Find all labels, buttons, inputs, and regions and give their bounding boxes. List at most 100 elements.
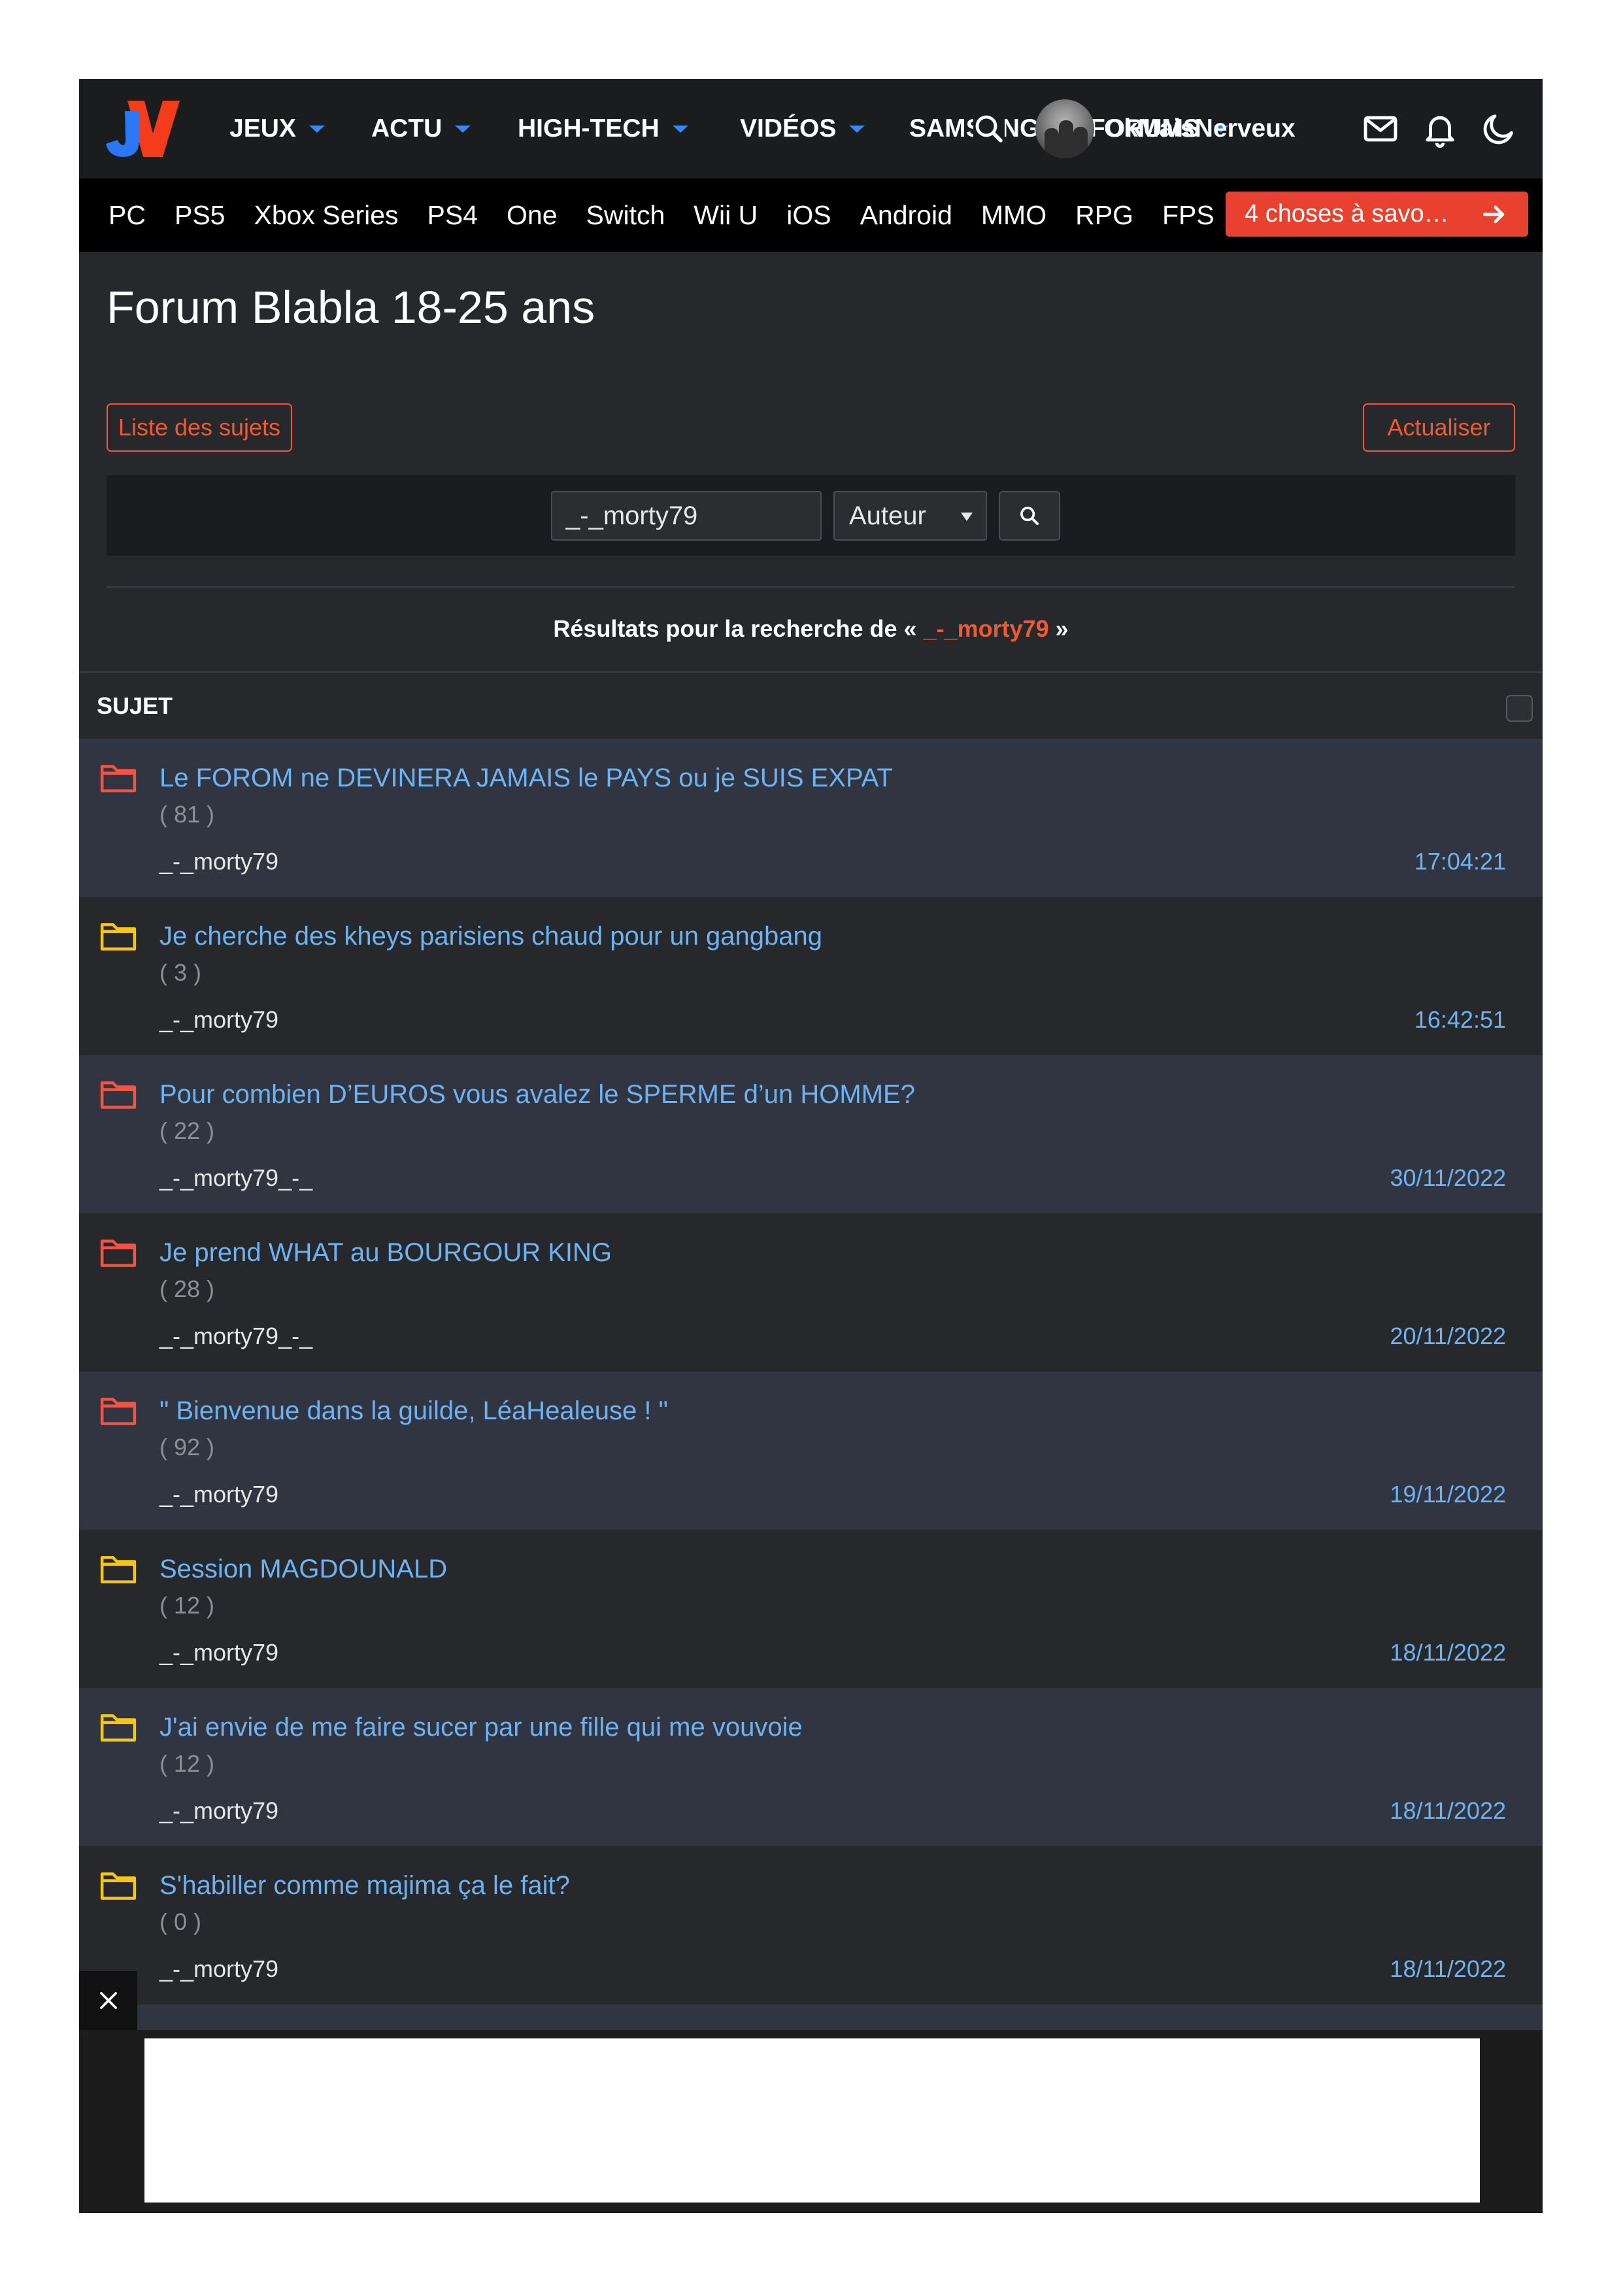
username[interactable]: OkMaisNerveux: [1104, 79, 1296, 178]
refresh-button[interactable]: Actualiser: [1363, 403, 1515, 452]
nav-label: JEUX: [229, 114, 296, 143]
topic-title-link[interactable]: Pour combien D’EUROS vous avalez le SPER…: [159, 1078, 915, 1111]
topic-author[interactable]: _-_morty79: [159, 1638, 278, 1667]
folder-icon: [100, 1556, 137, 1583]
reply-count: ( 12 ): [159, 1592, 215, 1619]
ad-banner: [79, 2030, 1543, 2213]
topic-author[interactable]: _-_morty79_-_: [159, 1322, 312, 1351]
folder-icon: [100, 1081, 137, 1109]
page-title: Forum Blabla 18-25 ans: [107, 282, 595, 333]
column-header-subject: SUJET: [97, 692, 173, 719]
reply-count: ( 22 ): [159, 1117, 215, 1144]
moon-icon[interactable]: [1480, 110, 1518, 148]
topic-author[interactable]: _-_morty79: [159, 1005, 278, 1034]
table-row[interactable]: Pour combien D’EUROS vous avalez le SPER…: [79, 1055, 1543, 1213]
platform-link-android[interactable]: Android: [860, 200, 952, 231]
reply-count: ( 92 ): [159, 1434, 215, 1460]
platform-link-rpg[interactable]: RPG: [1075, 200, 1133, 231]
topic-author[interactable]: _-_morty79_-_: [159, 1164, 312, 1192]
table-row[interactable]: Session MAGDOUNALD ( 12 ) _-_morty79 18/…: [79, 1530, 1543, 1688]
topic-author[interactable]: _-_morty79: [159, 847, 278, 876]
platform-list: PC PS5 Xbox Series PS4 One Switch Wii U …: [109, 178, 1214, 252]
folder-icon: [100, 923, 137, 951]
platform-link-wii-u[interactable]: Wii U: [694, 200, 758, 231]
topic-date[interactable]: 20/11/2022: [1390, 1322, 1506, 1351]
topic-date[interactable]: 18/11/2022: [1390, 1638, 1506, 1667]
platform-link-ps4[interactable]: PS4: [427, 200, 478, 231]
topic-list-button[interactable]: Liste des sujets: [107, 403, 292, 452]
promo-label: 4 choses à savo…: [1245, 200, 1449, 228]
table-row[interactable]: " Bienvenue dans la guilde, LéaHealeuse …: [79, 1372, 1543, 1530]
nav-label: VIDÉOS: [740, 114, 837, 143]
topic-list: Le FOROM ne DEVINERA JAMAIS le PAYS ou j…: [79, 739, 1543, 2030]
results-suffix: »: [1048, 615, 1069, 642]
platform-link-ps5[interactable]: PS5: [175, 200, 226, 231]
close-icon: [99, 1992, 117, 2009]
topic-title-link[interactable]: S'habiller comme majima ça le fait?: [159, 1869, 570, 1902]
reply-count: ( 0 ): [159, 1908, 202, 1935]
nav-videos[interactable]: VIDÉOS: [740, 79, 865, 178]
topic-title-link[interactable]: Je prend WHAT au BOURGOUR KING: [159, 1236, 612, 1269]
topic-author[interactable]: _-_morty79: [159, 1955, 278, 1984]
topic-title-link[interactable]: Le FOROM ne DEVINERA JAMAIS le PAYS ou j…: [159, 762, 893, 794]
topic-title-link[interactable]: Je cherche des kheys parisiens chaud pou…: [159, 920, 822, 953]
folder-icon: [100, 1398, 137, 1425]
search-input[interactable]: [551, 491, 822, 541]
platform-link-ios[interactable]: iOS: [786, 200, 831, 231]
platform-link-pc[interactable]: PC: [109, 200, 146, 231]
topic-date[interactable]: 18/11/2022: [1390, 1955, 1506, 1984]
ad-content[interactable]: [144, 2038, 1480, 2203]
promo-button[interactable]: 4 choses à savo…: [1226, 192, 1528, 237]
topic-date[interactable]: 18/11/2022: [1390, 1797, 1506, 1825]
reply-count: ( 3 ): [159, 959, 202, 986]
topic-author[interactable]: _-_morty79: [159, 1797, 278, 1825]
nav-high-tech[interactable]: HIGH-TECH: [518, 79, 688, 178]
search-icon[interactable]: [973, 110, 1005, 147]
ad-close-button[interactable]: [79, 1971, 137, 2030]
nav-label: ACTU: [371, 114, 443, 143]
platform-link-switch[interactable]: Switch: [586, 200, 665, 231]
platform-link-mmo[interactable]: MMO: [981, 200, 1046, 231]
search-results-summary: Résultats pour la recherche de « _-_mort…: [79, 613, 1543, 645]
nav-label: HIGH-TECH: [518, 114, 660, 143]
search-panel: Auteur: [107, 475, 1515, 556]
table-row[interactable]: S'habiller comme majima ça le fait? ( 0 …: [79, 1846, 1543, 2004]
folder-icon: [100, 1714, 137, 1742]
search-type-value: Auteur: [849, 501, 926, 530]
jv-logo[interactable]: [105, 99, 181, 158]
mail-icon[interactable]: [1362, 110, 1399, 148]
search-type-select[interactable]: Auteur: [833, 491, 987, 541]
nav-jeux[interactable]: JEUX: [229, 79, 325, 178]
nav-actu[interactable]: ACTU: [371, 79, 471, 178]
platform-link-fps[interactable]: FPS: [1162, 200, 1214, 231]
reply-count: ( 28 ): [159, 1275, 215, 1302]
search-button[interactable]: [999, 491, 1060, 541]
caret-down-icon: [961, 513, 973, 521]
table-row[interactable]: Je prend WHAT au BOURGOUR KING ( 28 ) _-…: [79, 1213, 1543, 1372]
platform-link-one[interactable]: One: [507, 200, 558, 231]
topic-title-link[interactable]: Session MAGDOUNALD: [159, 1553, 447, 1585]
search-icon: [1020, 507, 1039, 526]
table-row[interactable]: Je cherche des kheys parisiens chaud pou…: [79, 897, 1543, 1055]
topic-title-link[interactable]: J'ai envie de me faire sucer par une fil…: [159, 1711, 803, 1744]
topic-title-link[interactable]: " Bienvenue dans la guilde, LéaHealeuse …: [159, 1394, 668, 1427]
caret-down-icon: [849, 125, 865, 133]
avatar[interactable]: [1035, 99, 1094, 158]
table-header: SUJET: [79, 671, 1543, 739]
topic-date[interactable]: 16:42:51: [1414, 1005, 1506, 1034]
select-all-checkbox[interactable]: [1506, 695, 1533, 722]
platform-link-xbox-series[interactable]: Xbox Series: [254, 200, 398, 231]
topic-date[interactable]: 19/11/2022: [1390, 1480, 1506, 1509]
table-row[interactable]: J'ai envie de me faire sucer par une fil…: [79, 1688, 1543, 1846]
reply-count: ( 81 ): [159, 801, 215, 828]
topic-date[interactable]: 30/11/2022: [1390, 1164, 1506, 1192]
divider: [107, 586, 1515, 588]
reply-count: ( 12 ): [159, 1750, 215, 1777]
topic-date[interactable]: 17:04:21: [1414, 847, 1506, 876]
bell-icon[interactable]: [1421, 110, 1459, 148]
caret-down-icon: [309, 125, 325, 133]
top-navbar: JEUX ACTU HIGH-TECH VIDÉOS SAMSUNG FORUM…: [79, 79, 1543, 178]
platform-navbar: PC PS5 Xbox Series PS4 One Switch Wii U …: [79, 178, 1543, 252]
table-row[interactable]: Le FOROM ne DEVINERA JAMAIS le PAYS ou j…: [79, 739, 1543, 897]
topic-author[interactable]: _-_morty79: [159, 1480, 278, 1509]
